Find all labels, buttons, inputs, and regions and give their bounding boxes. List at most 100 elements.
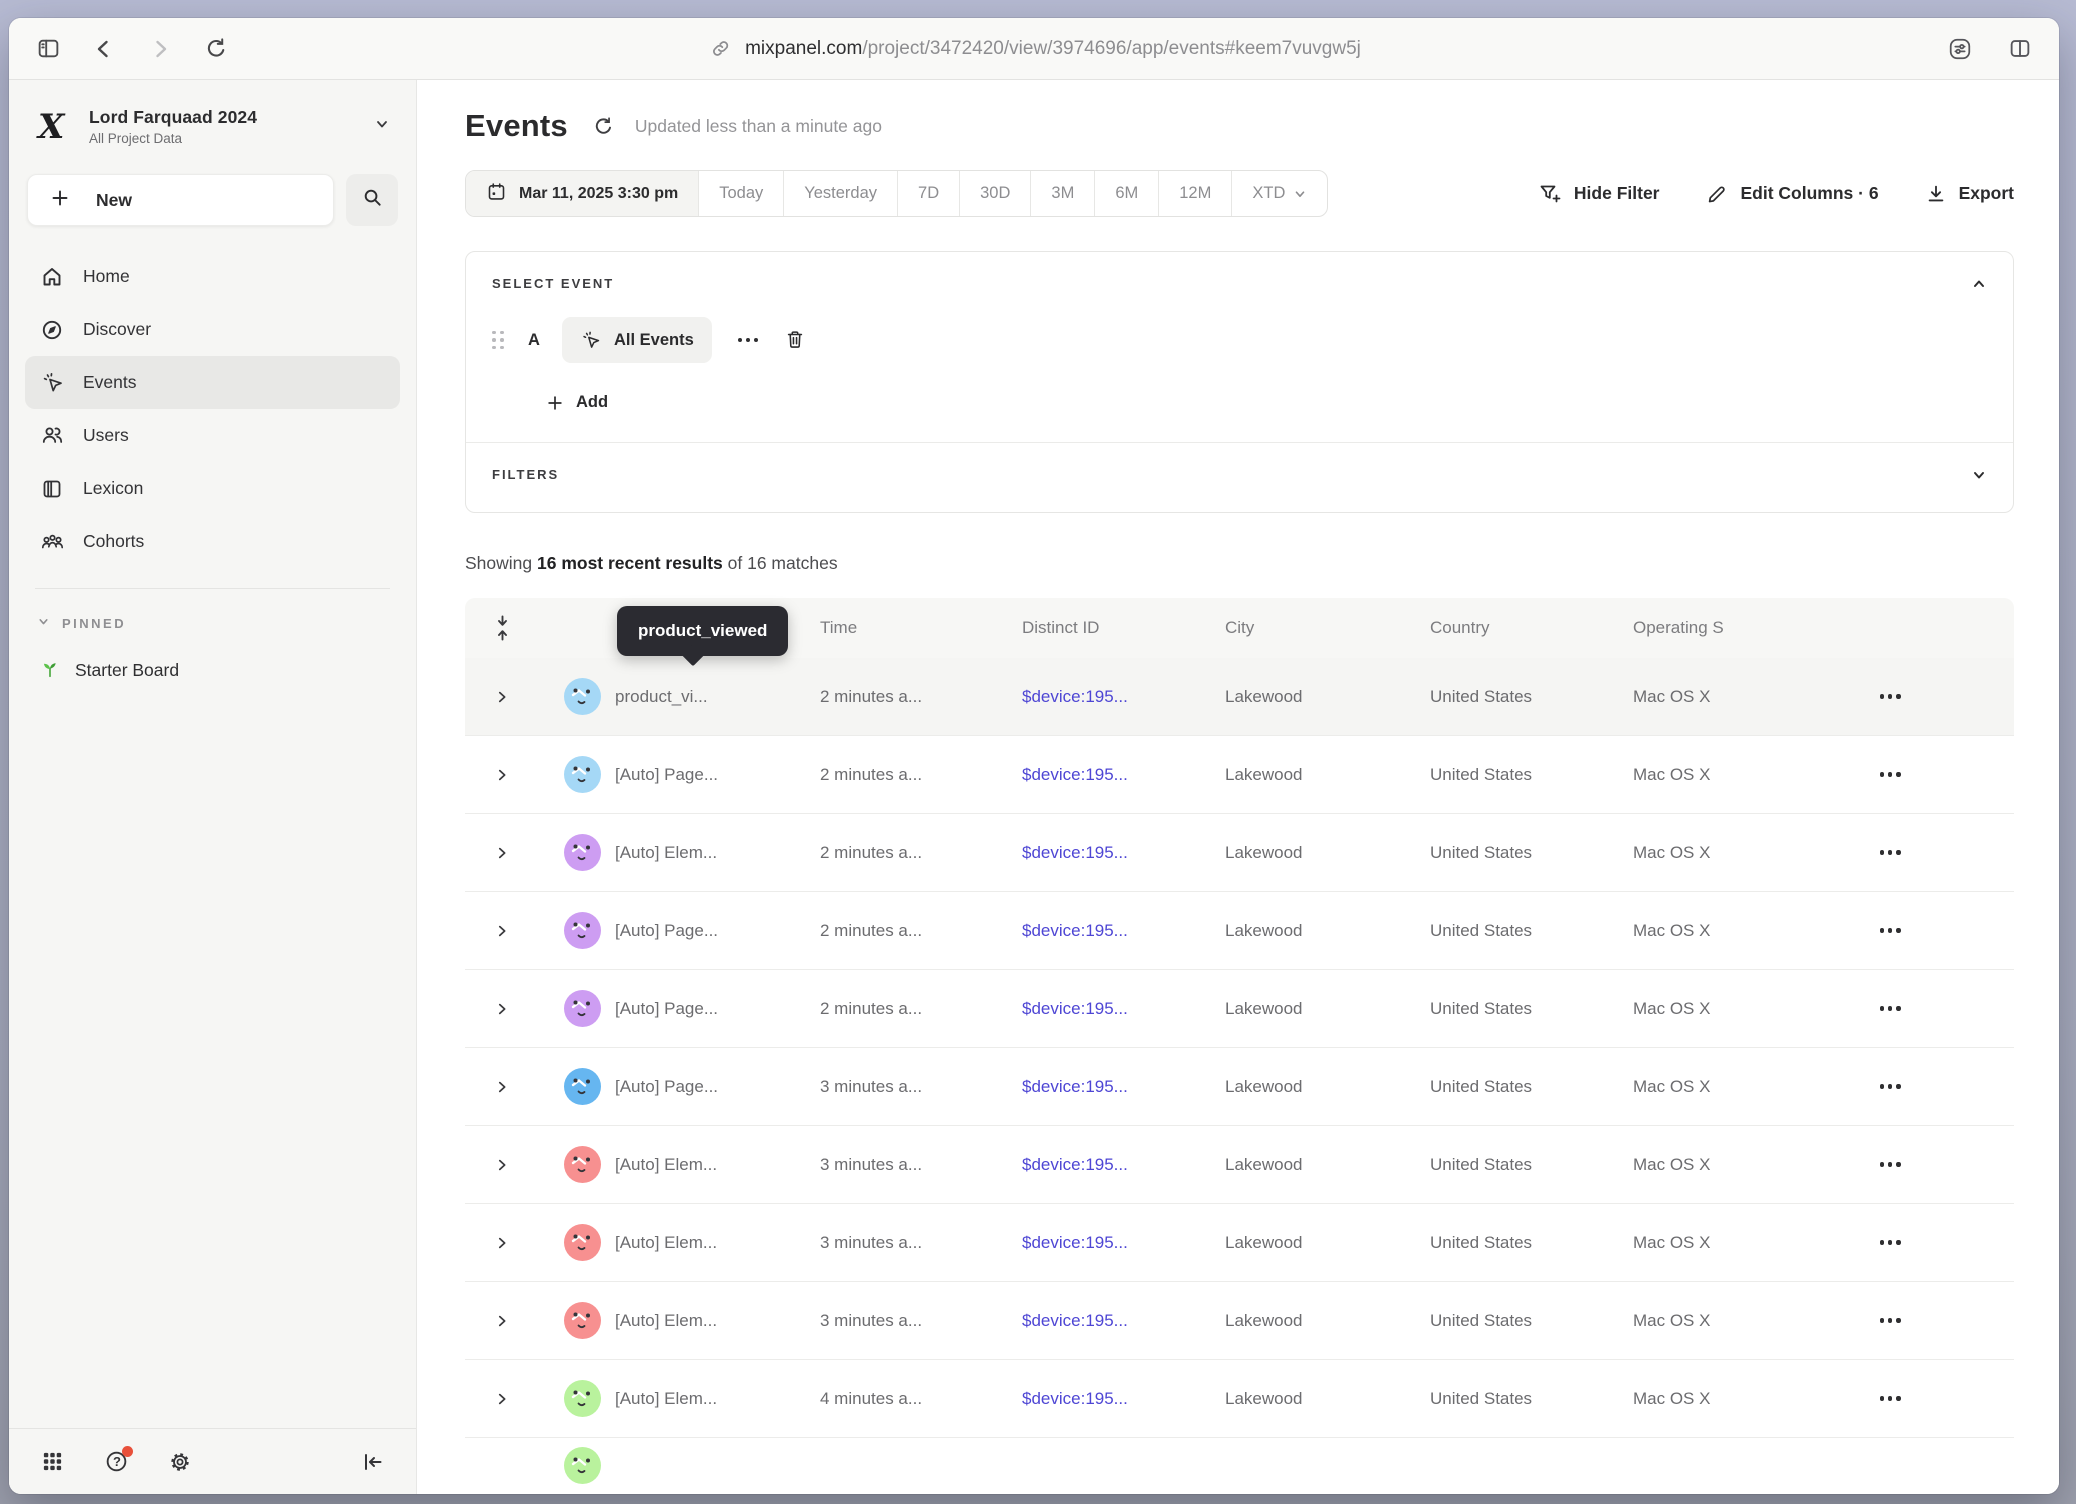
sidebar-item-home[interactable]: Home	[25, 250, 400, 303]
column-header-distinct-id[interactable]: Distinct ID	[1022, 618, 1225, 638]
table-row[interactable]: [Auto] Page... 2 minutes a... $device:19…	[465, 736, 2014, 814]
row-options-menu[interactable]	[1874, 688, 1907, 704]
table-row[interactable]: [Auto] Page... 2 minutes a... $device:19…	[465, 892, 2014, 970]
cell-time: 2 minutes a...	[820, 921, 1022, 941]
page-settings-icon[interactable]	[1947, 36, 1973, 62]
row-options-menu[interactable]	[1874, 1000, 1907, 1016]
column-header-city[interactable]: City	[1225, 618, 1430, 638]
cell-distinct-id-link[interactable]: $device:195...	[1022, 687, 1225, 707]
preset-6m[interactable]: 6M	[1094, 171, 1158, 216]
new-button[interactable]: New	[27, 174, 334, 226]
column-header-country[interactable]: Country	[1430, 618, 1633, 638]
sidebar-toggle-icon[interactable]	[35, 36, 61, 62]
preset-7d[interactable]: 7D	[897, 171, 959, 216]
select-event-section: SELECT EVENT A All Events	[466, 252, 2013, 442]
hide-filter-button[interactable]: Hide Filter	[1538, 182, 1660, 206]
chevron-down-icon[interactable]	[1971, 467, 1987, 488]
date-picker[interactable]: Mar 11, 2025 3:30 pm	[466, 171, 698, 216]
expand-row-icon[interactable]	[495, 1392, 509, 1406]
sidebar-item-starter-board[interactable]: Starter Board	[25, 649, 400, 691]
search-button[interactable]	[346, 174, 398, 226]
event-row: A All Events	[492, 317, 1987, 363]
cell-event-name: [Auto] Elem...	[615, 1233, 820, 1253]
edit-columns-label: Edit Columns · 6	[1741, 183, 1879, 204]
cell-distinct-id-link[interactable]: $device:195...	[1022, 1311, 1225, 1331]
table-row[interactable]	[465, 1438, 2014, 1494]
table-row[interactable]: [Auto] Elem... 3 minutes a... $device:19…	[465, 1204, 2014, 1282]
refresh-icon[interactable]	[592, 115, 615, 138]
sidebar-item-cohorts[interactable]: Cohorts	[25, 515, 400, 568]
expand-row-icon[interactable]	[495, 1158, 509, 1172]
preset-30d[interactable]: 30D	[959, 171, 1030, 216]
sidebar-item-users[interactable]: Users	[25, 409, 400, 462]
row-options-menu[interactable]	[1874, 766, 1907, 782]
table-row[interactable]: [Auto] Elem... 2 minutes a... $device:19…	[465, 814, 2014, 892]
cell-distinct-id-link[interactable]: $device:195...	[1022, 921, 1225, 941]
expand-row-icon[interactable]	[495, 690, 509, 704]
trash-icon[interactable]	[784, 329, 806, 351]
cell-distinct-id-link[interactable]: $device:195...	[1022, 1077, 1225, 1097]
add-event-button[interactable]: Add	[546, 393, 1987, 418]
url-bar[interactable]: mixpanel.com/project/3472420/view/397469…	[707, 18, 1361, 79]
column-header-time[interactable]: Time	[820, 618, 1022, 638]
preset-yesterday[interactable]: Yesterday	[783, 171, 897, 216]
expand-row-icon[interactable]	[495, 846, 509, 860]
sidebar-item-discover[interactable]: Discover	[25, 303, 400, 356]
table-row[interactable]: product_vi... 2 minutes a... $device:195…	[465, 658, 2014, 736]
table-row[interactable]: [Auto] Page... 2 minutes a... $device:19…	[465, 970, 2014, 1048]
expand-row-icon[interactable]	[495, 768, 509, 782]
expand-row-icon[interactable]	[495, 1080, 509, 1094]
cell-time: 2 minutes a...	[820, 843, 1022, 863]
chevron-up-icon[interactable]	[1971, 276, 1987, 297]
back-button-icon[interactable]	[91, 36, 117, 62]
row-options-menu[interactable]	[1874, 1234, 1907, 1250]
collapse-all-icon[interactable]	[494, 614, 511, 642]
table-row[interactable]: [Auto] Elem... 4 minutes a... $device:19…	[465, 1360, 2014, 1438]
row-options-menu[interactable]	[1874, 1078, 1907, 1094]
select-event-label: SELECT EVENT	[492, 276, 1987, 291]
row-options-menu[interactable]	[1874, 1156, 1907, 1172]
row-options-menu[interactable]	[1874, 1390, 1907, 1406]
table-row[interactable]: [Auto] Page... 3 minutes a... $device:19…	[465, 1048, 2014, 1126]
help-icon[interactable]: ?	[103, 1449, 129, 1475]
edit-columns-button[interactable]: Edit Columns · 6	[1706, 182, 1879, 205]
cell-distinct-id-link[interactable]: $device:195...	[1022, 1233, 1225, 1253]
events-table: product_viewed Time Distinct ID City Cou…	[465, 598, 2014, 1494]
settings-gear-icon[interactable]	[167, 1449, 193, 1475]
pinned-section-header[interactable]: PINNED	[25, 615, 400, 631]
cell-distinct-id-link[interactable]: $device:195...	[1022, 765, 1225, 785]
cell-city: Lakewood	[1225, 843, 1430, 863]
preset-today[interactable]: Today	[698, 171, 783, 216]
sidebar-item-lexicon[interactable]: Lexicon	[25, 462, 400, 515]
preset-3m[interactable]: 3M	[1030, 171, 1094, 216]
row-options-menu[interactable]	[1874, 1312, 1907, 1328]
expand-row-icon[interactable]	[495, 924, 509, 938]
cell-distinct-id-link[interactable]: $device:195...	[1022, 999, 1225, 1019]
cell-distinct-id-link[interactable]: $device:195...	[1022, 1155, 1225, 1175]
event-options-menu[interactable]	[732, 332, 765, 348]
cell-os: Mac OS X	[1633, 765, 1850, 785]
expand-row-icon[interactable]	[495, 1314, 509, 1328]
forward-button-icon[interactable]	[147, 36, 173, 62]
table-row[interactable]: [Auto] Elem... 3 minutes a... $device:19…	[465, 1282, 2014, 1360]
drag-handle-icon[interactable]	[492, 331, 504, 350]
row-options-menu[interactable]	[1874, 922, 1907, 938]
event-selector-chip[interactable]: All Events	[562, 317, 712, 363]
table-row[interactable]: [Auto] Elem... 3 minutes a... $device:19…	[465, 1126, 2014, 1204]
collapse-sidebar-icon[interactable]	[360, 1449, 386, 1475]
cell-distinct-id-link[interactable]: $device:195...	[1022, 843, 1225, 863]
sidebar-item-events[interactable]: Events	[25, 356, 400, 409]
project-switcher[interactable]: X Lord Farquaad 2024 All Project Data	[25, 100, 400, 148]
preset-xtd[interactable]: XTD	[1231, 171, 1327, 216]
column-header-os[interactable]: Operating S	[1633, 618, 1850, 638]
cell-distinct-id-link[interactable]: $device:195...	[1022, 1389, 1225, 1409]
export-button[interactable]: Export	[1925, 183, 2014, 205]
row-options-menu[interactable]	[1874, 844, 1907, 860]
apps-grid-icon[interactable]	[39, 1449, 65, 1475]
event-avatar	[564, 1146, 601, 1183]
preset-12m[interactable]: 12M	[1158, 171, 1231, 216]
reload-icon[interactable]	[203, 36, 229, 62]
split-view-icon[interactable]	[2007, 36, 2033, 62]
expand-row-icon[interactable]	[495, 1236, 509, 1250]
expand-row-icon[interactable]	[495, 1002, 509, 1016]
